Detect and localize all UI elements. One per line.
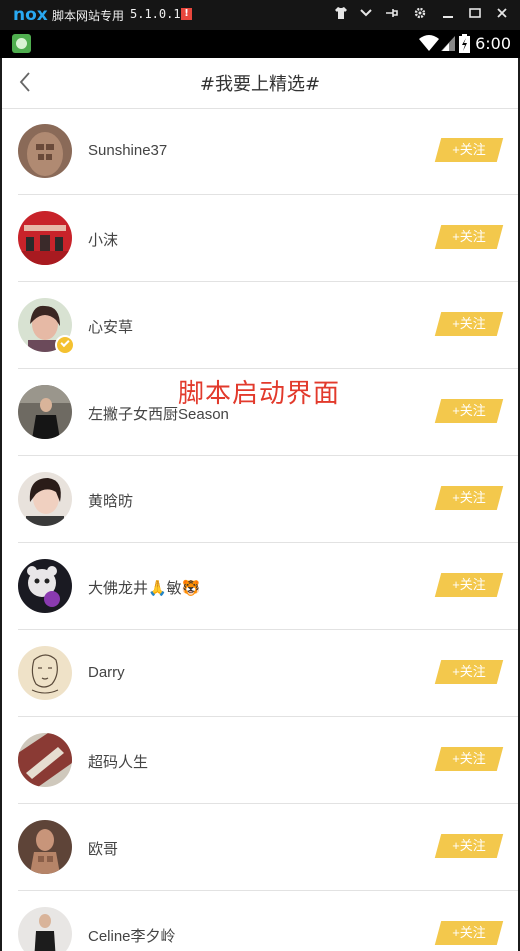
follow-label: +关注 xyxy=(452,229,486,244)
minimize-icon[interactable] xyxy=(439,6,457,24)
list-item[interactable]: 心安草 +关注 xyxy=(18,282,518,369)
maximize-icon[interactable] xyxy=(466,6,484,24)
user-list: Sunshine37 +关注 小沫 +关注 心安草 +关注 左撇子女西厨Seas… xyxy=(2,108,518,951)
avatar[interactable] xyxy=(18,124,72,178)
follow-label: +关注 xyxy=(452,925,486,940)
emulator-title-bar: nox 脚本网站专用 5.1.0.1 ! xyxy=(0,0,520,30)
follow-button[interactable]: +关注 xyxy=(434,660,504,684)
status-bar: 6:00 xyxy=(0,30,520,58)
emulator-version: 5.1.0.1 xyxy=(130,7,181,21)
user-name: 欧哥 xyxy=(88,841,119,858)
shirt-icon[interactable] xyxy=(332,6,350,24)
avatar[interactable] xyxy=(18,211,72,265)
list-item[interactable]: 大佛龙井🙏敏🐯 +关注 xyxy=(18,543,518,630)
avatar[interactable] xyxy=(18,559,72,613)
user-name: 心安草 xyxy=(88,319,134,336)
chevron-down-icon[interactable] xyxy=(357,6,375,24)
verified-badge-icon xyxy=(55,335,75,355)
follow-label: +关注 xyxy=(452,838,486,853)
user-name: 小沫 xyxy=(88,232,119,249)
avatar[interactable] xyxy=(18,472,72,526)
follow-label: +关注 xyxy=(452,142,486,157)
overlay-text: 脚本启动界面 xyxy=(178,379,341,409)
close-icon[interactable] xyxy=(493,6,511,24)
nox-logo: nox xyxy=(13,5,48,25)
user-name: Darry xyxy=(88,664,125,681)
follow-button[interactable]: +关注 xyxy=(434,312,504,336)
avatar[interactable] xyxy=(18,907,72,951)
list-item[interactable]: 欧哥 +关注 xyxy=(18,804,518,891)
avatar[interactable] xyxy=(18,733,72,787)
follow-label: +关注 xyxy=(452,316,486,331)
follow-button[interactable]: +关注 xyxy=(434,747,504,771)
avatar[interactable] xyxy=(18,385,72,439)
avatar[interactable] xyxy=(18,646,72,700)
list-item[interactable]: 超码人生 +关注 xyxy=(18,717,518,804)
battery-icon xyxy=(459,34,470,57)
alert-icon[interactable]: ! xyxy=(181,8,192,20)
follow-label: +关注 xyxy=(452,751,486,766)
follow-label: +关注 xyxy=(452,664,486,679)
list-item[interactable]: Celine李夕岭 +关注 xyxy=(18,891,518,951)
list-item[interactable]: 小沫 +关注 xyxy=(18,195,518,282)
user-name: Celine李夕岭 xyxy=(88,928,176,945)
follow-label: +关注 xyxy=(452,403,486,418)
user-name: 黄晗昉 xyxy=(88,493,134,510)
user-name: 大佛龙井🙏敏🐯 xyxy=(88,580,201,597)
app-notification-icon xyxy=(12,34,31,53)
follow-label: +关注 xyxy=(452,577,486,592)
page-title: #我要上精选# xyxy=(199,74,321,95)
list-item[interactable]: 黄晗昉 +关注 xyxy=(18,456,518,543)
nav-bar: #我要上精选# xyxy=(2,58,518,109)
app-screen: #我要上精选# Sunshine37 +关注 小沫 +关注 心安草 +关注 左撇… xyxy=(2,58,518,951)
user-name: Sunshine37 xyxy=(88,142,168,159)
avatar[interactable] xyxy=(18,820,72,874)
follow-button[interactable]: +关注 xyxy=(434,573,504,597)
follow-button[interactable]: +关注 xyxy=(434,399,504,423)
user-name: 超码人生 xyxy=(88,754,149,771)
gear-icon[interactable] xyxy=(411,6,429,24)
status-time: 6:00 xyxy=(475,34,511,53)
wifi-icon xyxy=(418,34,440,56)
pin-icon[interactable] xyxy=(383,6,401,24)
follow-button[interactable]: +关注 xyxy=(434,834,504,858)
follow-button[interactable]: +关注 xyxy=(434,138,504,162)
list-item[interactable]: Darry +关注 xyxy=(18,630,518,717)
follow-button[interactable]: +关注 xyxy=(434,921,504,945)
emulator-title: 脚本网站专用 xyxy=(52,9,125,23)
follow-button[interactable]: +关注 xyxy=(434,486,504,510)
follow-label: +关注 xyxy=(452,490,486,505)
signal-icon xyxy=(440,34,456,56)
list-item[interactable]: Sunshine37 +关注 xyxy=(18,108,518,195)
follow-button[interactable]: +关注 xyxy=(434,225,504,249)
